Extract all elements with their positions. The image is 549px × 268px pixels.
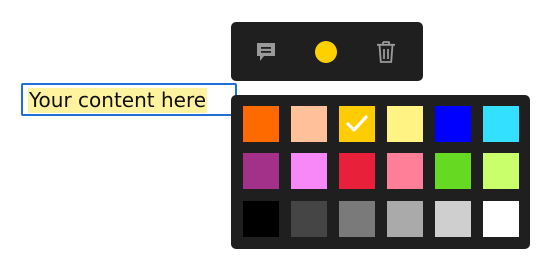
trash-icon xyxy=(377,41,395,63)
color-swatch[interactable] xyxy=(243,153,279,189)
color-swatch[interactable] xyxy=(483,153,519,189)
highlight-color-button[interactable] xyxy=(307,33,345,71)
color-swatch[interactable] xyxy=(435,106,471,142)
color-swatch[interactable] xyxy=(291,153,327,189)
color-swatch[interactable] xyxy=(387,201,423,237)
color-swatch[interactable] xyxy=(483,106,519,142)
color-swatch[interactable] xyxy=(387,106,423,142)
color-swatch-selected[interactable] xyxy=(339,106,375,142)
color-palette xyxy=(231,95,530,249)
canvas: Your content here xyxy=(0,0,549,268)
delete-highlight-button[interactable] xyxy=(367,33,405,71)
add-comment-button[interactable] xyxy=(247,33,285,71)
color-swatch[interactable] xyxy=(435,201,471,237)
highlight-toolbar xyxy=(231,22,423,81)
checkmark-icon xyxy=(346,115,368,132)
color-swatch[interactable] xyxy=(387,153,423,189)
color-swatch[interactable] xyxy=(435,153,471,189)
color-swatch[interactable] xyxy=(291,201,327,237)
highlighted-text[interactable]: Your content here xyxy=(28,88,208,113)
color-swatch[interactable] xyxy=(339,153,375,189)
color-swatch[interactable] xyxy=(243,201,279,237)
color-swatch[interactable] xyxy=(243,106,279,142)
highlighted-text-box[interactable]: Your content here xyxy=(21,83,237,116)
color-swatch[interactable] xyxy=(339,201,375,237)
color-swatch[interactable] xyxy=(483,201,519,237)
color-dot-icon xyxy=(315,41,337,63)
color-swatch[interactable] xyxy=(291,106,327,142)
comment-icon xyxy=(257,43,275,61)
